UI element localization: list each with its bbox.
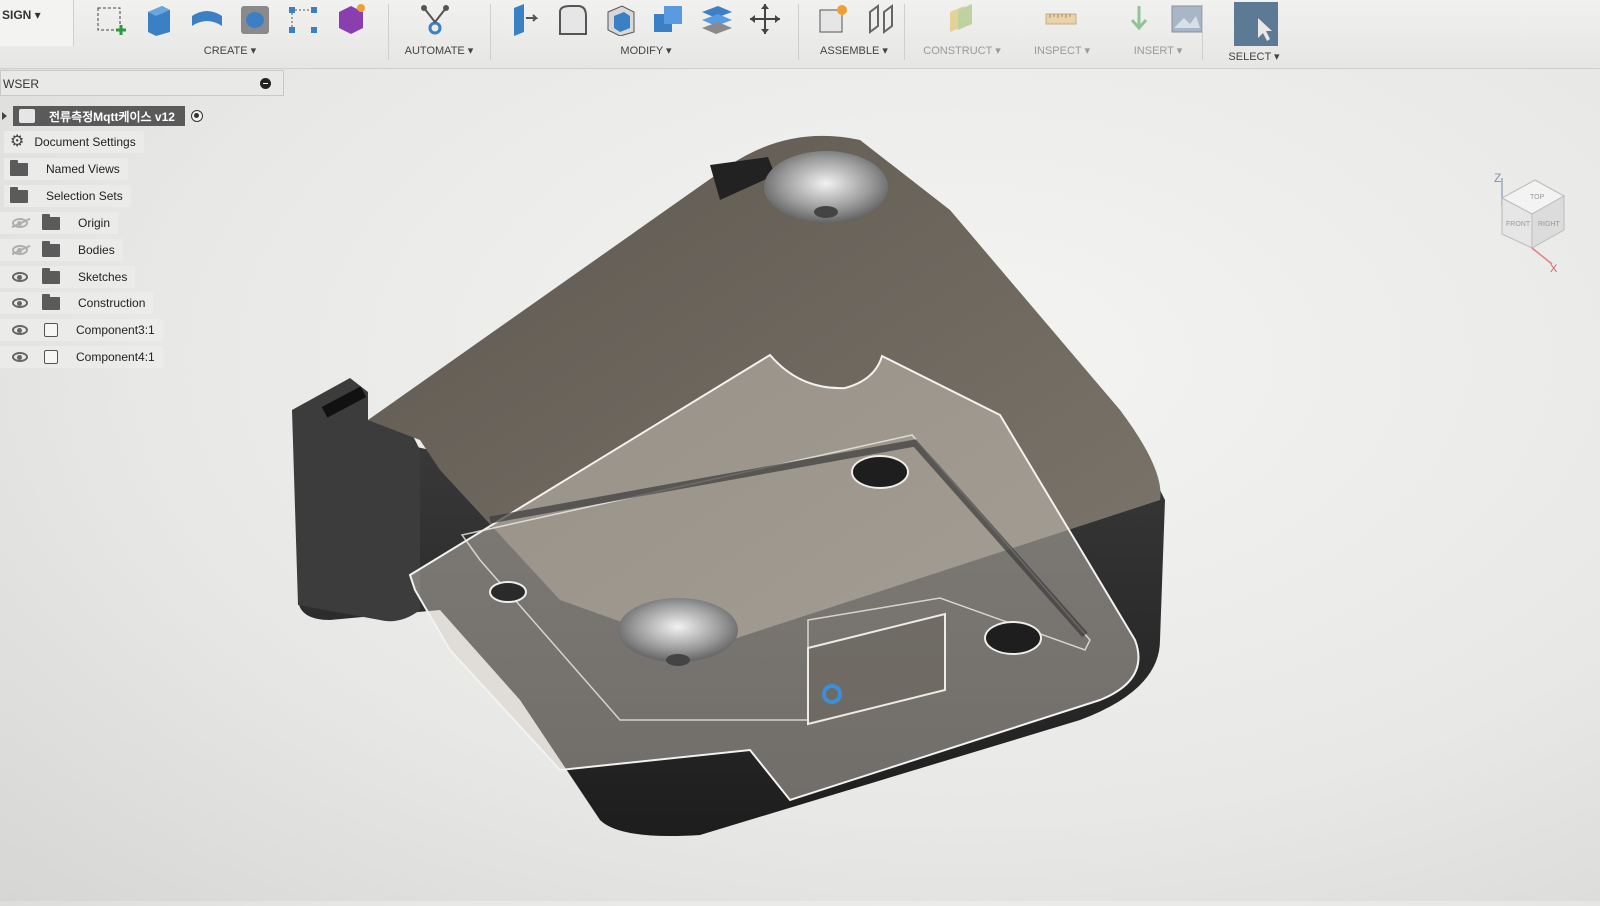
browser-item-component4[interactable]: Component4:1	[0, 346, 163, 368]
fillet-icon[interactable]	[556, 2, 590, 36]
browser-item-label: Document Settings	[34, 135, 136, 149]
browser-item-label: Bodies	[78, 243, 115, 257]
axis-x-label: X	[1550, 263, 1558, 275]
folder-icon	[42, 267, 60, 284]
visibility-on-icon[interactable]	[12, 325, 28, 335]
measure-icon[interactable]	[1044, 2, 1078, 36]
modify-group[interactable]: MODIFY ▾	[508, 0, 798, 64]
browser-item-document-settings[interactable]: ⚙ Document Settings	[4, 131, 144, 153]
form-icon[interactable]	[334, 2, 368, 36]
assemble-menu[interactable]: ASSEMBLE ▾	[812, 44, 896, 57]
viewcube-top-label: TOP	[1530, 194, 1545, 201]
viewcube-front-label: FRONT	[1506, 221, 1531, 228]
browser-item-label: Named Views	[46, 162, 120, 176]
browser-root-node[interactable]: 전류측정Mqtt케이스 v12	[0, 106, 203, 126]
create-group[interactable]: CREATE ▾	[90, 0, 380, 64]
browser-item-label: Selection Sets	[46, 189, 123, 203]
create-menu[interactable]: CREATE ▾	[80, 44, 380, 57]
visibility-off-icon[interactable]	[12, 245, 28, 255]
combine-icon[interactable]	[652, 2, 686, 36]
pattern-icon[interactable]	[286, 2, 320, 36]
activate-radio-icon[interactable]	[190, 110, 203, 122]
press-pull-icon[interactable]	[508, 2, 542, 36]
browser-item-label: Origin	[78, 216, 111, 230]
move-icon[interactable]	[748, 2, 782, 36]
shell-icon[interactable]	[604, 2, 638, 36]
folder-icon	[10, 159, 28, 176]
visibility-on-icon[interactable]	[12, 272, 28, 282]
folder-icon	[42, 213, 60, 230]
folder-icon	[42, 240, 60, 257]
visibility-off-icon[interactable]	[12, 218, 28, 228]
create-sketch-icon[interactable]	[94, 2, 128, 36]
expand-arrow-icon[interactable]	[2, 112, 7, 120]
plane-icon[interactable]	[944, 2, 978, 36]
collapse-panel-icon[interactable]	[260, 78, 271, 89]
construct-menu[interactable]: CONSTRUCT ▾	[914, 44, 1010, 57]
browser-item-origin[interactable]: Origin	[0, 212, 119, 234]
browser-item-bodies[interactable]: Bodies	[0, 239, 123, 261]
browser-item-sketches[interactable]: Sketches	[0, 266, 136, 288]
construct-group[interactable]: CONSTRUCT ▾	[914, 0, 1010, 64]
assemble-group[interactable]: ASSEMBLE ▾	[812, 0, 896, 64]
browser-title: WSER	[3, 77, 39, 91]
component-icon	[44, 350, 58, 364]
browser-item-selection-sets[interactable]: Selection Sets	[4, 185, 131, 207]
browser-item-named-views[interactable]: Named Views	[4, 158, 128, 180]
select-icon[interactable]	[1234, 2, 1278, 46]
countersink-hole-front	[618, 598, 738, 662]
hole-icon[interactable]	[238, 2, 272, 36]
browser-item-label: Construction	[78, 296, 146, 310]
inspect-group[interactable]: INSPECT ▾	[1020, 0, 1104, 64]
visibility-on-icon[interactable]	[12, 352, 28, 362]
folder-icon	[10, 186, 28, 203]
new-component-icon[interactable]	[816, 2, 850, 36]
browser-item-construction[interactable]: Construction	[0, 292, 154, 314]
viewcube-right-label: RIGHT	[1538, 221, 1561, 228]
viewcube[interactable]: Z TOP FRONT RIGHT X	[1480, 168, 1570, 288]
canvas-viewport[interactable]: Z TOP FRONT RIGHT X	[0, 68, 1600, 901]
automate-icon[interactable]	[418, 2, 452, 36]
model-render[interactable]	[0, 68, 1600, 901]
inspect-menu[interactable]: INSPECT ▾	[1020, 44, 1104, 57]
browser-item-label: Sketches	[78, 270, 128, 284]
gear-icon: ⚙	[10, 133, 25, 150]
offset-face-icon[interactable]	[700, 2, 734, 36]
document-name: 전류측정Mqtt케이스 v12	[49, 109, 175, 124]
axis-z-label: Z	[1494, 171, 1501, 185]
document-icon	[19, 109, 35, 123]
modify-menu[interactable]: MODIFY ▾	[494, 44, 798, 57]
select-group[interactable]: SELECT ▾	[1212, 0, 1296, 64]
mount-hole-2	[489, 581, 527, 603]
select-menu[interactable]: SELECT ▾	[1212, 50, 1296, 63]
mount-hole-1	[851, 455, 909, 489]
insert-image-icon[interactable]	[1170, 2, 1204, 36]
automate-group[interactable]: AUTOMATE ▾	[398, 0, 480, 64]
extrude-icon[interactable]	[142, 2, 176, 36]
joint-icon[interactable]	[864, 2, 898, 36]
browser-panel-header[interactable]: WSER	[0, 70, 284, 96]
folder-icon	[42, 293, 60, 310]
insert-derive-icon[interactable]	[1122, 2, 1156, 36]
main-toolbar: SIGN ▾ CREATE ▾ AUTOMATE ▾ MODIFY ▾ ASSE…	[0, 0, 1600, 69]
automate-menu[interactable]: AUTOMATE ▾	[398, 44, 480, 57]
workspace-switcher[interactable]: SIGN ▾	[0, 0, 74, 46]
revolve-icon[interactable]	[190, 2, 224, 36]
mount-hole-3	[984, 621, 1042, 655]
insert-group[interactable]: INSERT ▾	[1116, 0, 1203, 64]
visibility-on-icon[interactable]	[12, 298, 28, 308]
insert-menu[interactable]: INSERT ▾	[1116, 44, 1200, 57]
component-icon	[44, 323, 58, 337]
browser-item-label: Component3:1	[76, 323, 155, 337]
browser-item-component3[interactable]: Component3:1	[0, 319, 163, 341]
browser-item-label: Component4:1	[76, 350, 155, 364]
